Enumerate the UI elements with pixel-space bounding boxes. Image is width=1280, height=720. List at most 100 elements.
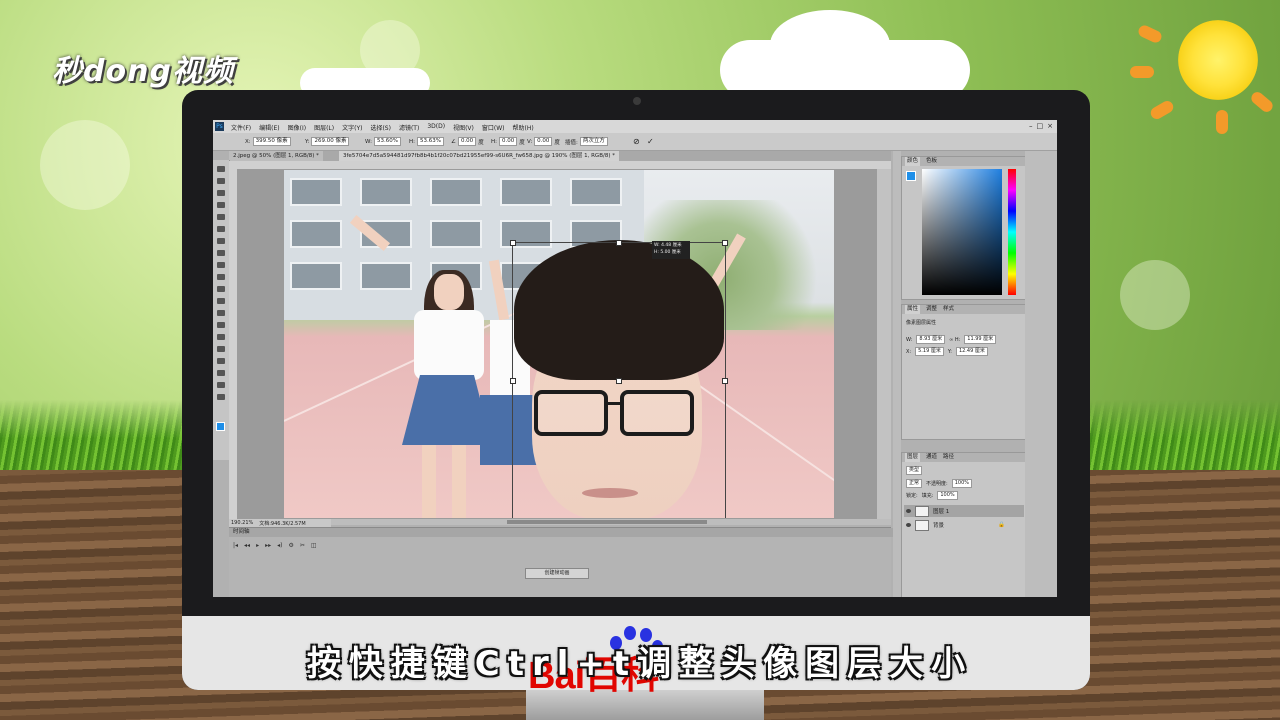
- tab-adjustments[interactable]: 调整: [926, 305, 937, 314]
- settings-icon[interactable]: ⚙: [288, 542, 293, 549]
- tab-channels[interactable]: 通道: [926, 453, 937, 462]
- history-brush-tool-icon[interactable]: [217, 274, 225, 280]
- angle-field[interactable]: 0.00: [457, 137, 477, 146]
- layer-row[interactable]: 图层 1: [904, 505, 1024, 517]
- prev-frame-icon[interactable]: ◂◂: [244, 542, 250, 549]
- split-icon[interactable]: ✂: [300, 542, 305, 549]
- blur-tool-icon[interactable]: [217, 310, 225, 316]
- timeline-title: 时间轴: [229, 528, 895, 537]
- stamp-tool-icon[interactable]: [217, 262, 225, 268]
- eraser-tool-icon[interactable]: [217, 286, 225, 292]
- maximize-icon[interactable]: □: [1037, 122, 1044, 130]
- tab-properties[interactable]: 属性: [905, 305, 921, 314]
- tab-paths[interactable]: 路径: [943, 453, 954, 462]
- next-frame-icon[interactable]: ▸▸: [265, 542, 271, 549]
- brush-tool-icon[interactable]: [217, 250, 225, 256]
- create-frame-animation-button[interactable]: 创建帧动画: [525, 568, 589, 579]
- transition-icon[interactable]: ◫: [311, 542, 317, 549]
- first-frame-icon[interactable]: |◂: [233, 542, 238, 549]
- tab-doc-2[interactable]: 3fe5704e7d5a594481d97fb8b4b1f20c07bd2195…: [339, 151, 619, 161]
- menu-bar: Ps 文件(F) 编辑(E) 图像(I) 图层(L) 文字(Y) 选择(S) 滤…: [213, 120, 1057, 133]
- pen-tool-icon[interactable]: [217, 334, 225, 340]
- menu-item-layer[interactable]: 图层(L): [314, 123, 334, 132]
- menu-item-filter[interactable]: 滤镜(T): [399, 123, 419, 132]
- dodge-tool-icon[interactable]: [217, 322, 225, 328]
- hskew-field[interactable]: 0.00: [499, 137, 518, 146]
- prop-y-field[interactable]: 12.49 厘米: [955, 347, 988, 356]
- zoom-level[interactable]: 190.21%: [231, 520, 253, 526]
- commit-transform-icon[interactable]: ✓: [647, 137, 654, 146]
- type-tool-icon[interactable]: [217, 346, 225, 352]
- x-field[interactable]: 399.50 像素: [252, 137, 291, 146]
- opacity-field[interactable]: 100%: [951, 479, 972, 488]
- height-field[interactable]: 53.63%: [417, 137, 444, 146]
- menu-item-file[interactable]: 文件(F): [231, 123, 251, 132]
- close-icon[interactable]: ×: [1047, 122, 1053, 130]
- audio-icon[interactable]: ◂): [277, 542, 282, 549]
- move-tool-icon[interactable]: [217, 166, 225, 172]
- visibility-eye-icon[interactable]: [906, 523, 911, 527]
- prop-height-field[interactable]: 11.99 厘米: [964, 335, 997, 344]
- transform-center-point[interactable]: [616, 378, 622, 384]
- foreground-color-swatch[interactable]: [216, 422, 225, 431]
- marquee-tool-icon[interactable]: [217, 178, 225, 184]
- hand-tool-icon[interactable]: [217, 382, 225, 388]
- color-panel: 颜色 色板: [901, 156, 1027, 300]
- minimize-icon[interactable]: –: [1029, 122, 1033, 130]
- menu-item-window[interactable]: 窗口(W): [482, 123, 505, 132]
- visibility-eye-icon[interactable]: [906, 509, 911, 513]
- layer-filter-select[interactable]: 类型: [906, 466, 923, 475]
- timeline-panel: 时间轴 |◂ ◂◂ ▸ ▸▸ ◂) ⚙ ✂ ◫ 创建帧动画: [229, 527, 895, 597]
- cancel-transform-icon[interactable]: ⊘: [633, 137, 640, 146]
- vskew-field[interactable]: 0.00: [534, 137, 553, 146]
- menu-item-3d[interactable]: 3D(D): [427, 123, 445, 132]
- blend-mode-select[interactable]: 正常: [906, 479, 923, 488]
- site-logo: 秒dong视频: [52, 54, 234, 89]
- zoom-tool-icon[interactable]: [217, 394, 225, 400]
- tab-layers[interactable]: 图层: [905, 453, 921, 462]
- prop-width-field[interactable]: 8.93 厘米: [916, 335, 946, 344]
- canvas-horizontal-scrollbar[interactable]: [237, 519, 891, 525]
- transform-handle[interactable]: [722, 378, 728, 384]
- eyedropper-tool-icon[interactable]: [217, 226, 225, 232]
- tab-color[interactable]: 颜色: [905, 157, 921, 166]
- transform-handle[interactable]: [510, 240, 516, 246]
- menu-item-image[interactable]: 图像(I): [288, 123, 306, 132]
- menu-item-view[interactable]: 视图(V): [453, 123, 474, 132]
- menu-item-select[interactable]: 选择(S): [370, 123, 391, 132]
- transform-handle[interactable]: [510, 378, 516, 384]
- status-bar: 190.21% 文档:946.3K/2.57M: [229, 519, 331, 527]
- canvas-vertical-scrollbar[interactable]: [877, 169, 891, 519]
- menu-item-edit[interactable]: 编辑(E): [259, 123, 279, 132]
- photoshop-window: Ps 文件(F) 编辑(E) 图像(I) 图层(L) 文字(Y) 选择(S) 滤…: [213, 120, 1057, 597]
- fill-field[interactable]: 100%: [937, 491, 958, 500]
- tab-styles[interactable]: 样式: [943, 305, 954, 314]
- lasso-tool-icon[interactable]: [217, 190, 225, 196]
- color-panel-fg-swatch[interactable]: [906, 171, 916, 181]
- play-icon[interactable]: ▸: [256, 542, 259, 549]
- properties-panel: 属性 调整 样式 像素图层属性 W: 8.93 厘米 ∞ H: 11.99 厘米…: [901, 304, 1027, 440]
- layer-row[interactable]: 背景 🔒: [904, 519, 1024, 531]
- path-select-tool-icon[interactable]: [217, 358, 225, 364]
- transform-size-tooltip: W: 4.48 厘米 H: 5.00 厘米: [652, 241, 690, 259]
- interpolation-select[interactable]: 两次立方: [579, 137, 608, 146]
- quick-select-tool-icon[interactable]: [217, 202, 225, 208]
- prop-x-field[interactable]: 5.19 厘米: [915, 347, 944, 356]
- y-field[interactable]: 269.00 像素: [311, 137, 350, 146]
- healing-tool-icon[interactable]: [217, 238, 225, 244]
- tab-swatches[interactable]: 色板: [926, 157, 937, 166]
- transform-handle[interactable]: [616, 240, 622, 246]
- color-field[interactable]: [922, 169, 1002, 295]
- width-field[interactable]: 53.60%: [373, 137, 401, 146]
- menu-item-help[interactable]: 帮助(H): [513, 123, 534, 132]
- transform-bounding-box[interactable]: [510, 240, 728, 518]
- hue-slider[interactable]: [1008, 169, 1016, 295]
- scroll-thumb[interactable]: [507, 520, 707, 524]
- transform-handle[interactable]: [722, 240, 728, 246]
- crop-tool-icon[interactable]: [217, 214, 225, 220]
- gradient-tool-icon[interactable]: [217, 298, 225, 304]
- menu-item-type[interactable]: 文字(Y): [342, 123, 362, 132]
- canvas-area[interactable]: W: 4.48 厘米 H: 5.00 厘米: [237, 169, 891, 519]
- shape-tool-icon[interactable]: [217, 370, 225, 376]
- tab-doc-1[interactable]: 2.jpeg @ 50% (图层 1, RGB/8) *: [229, 151, 323, 161]
